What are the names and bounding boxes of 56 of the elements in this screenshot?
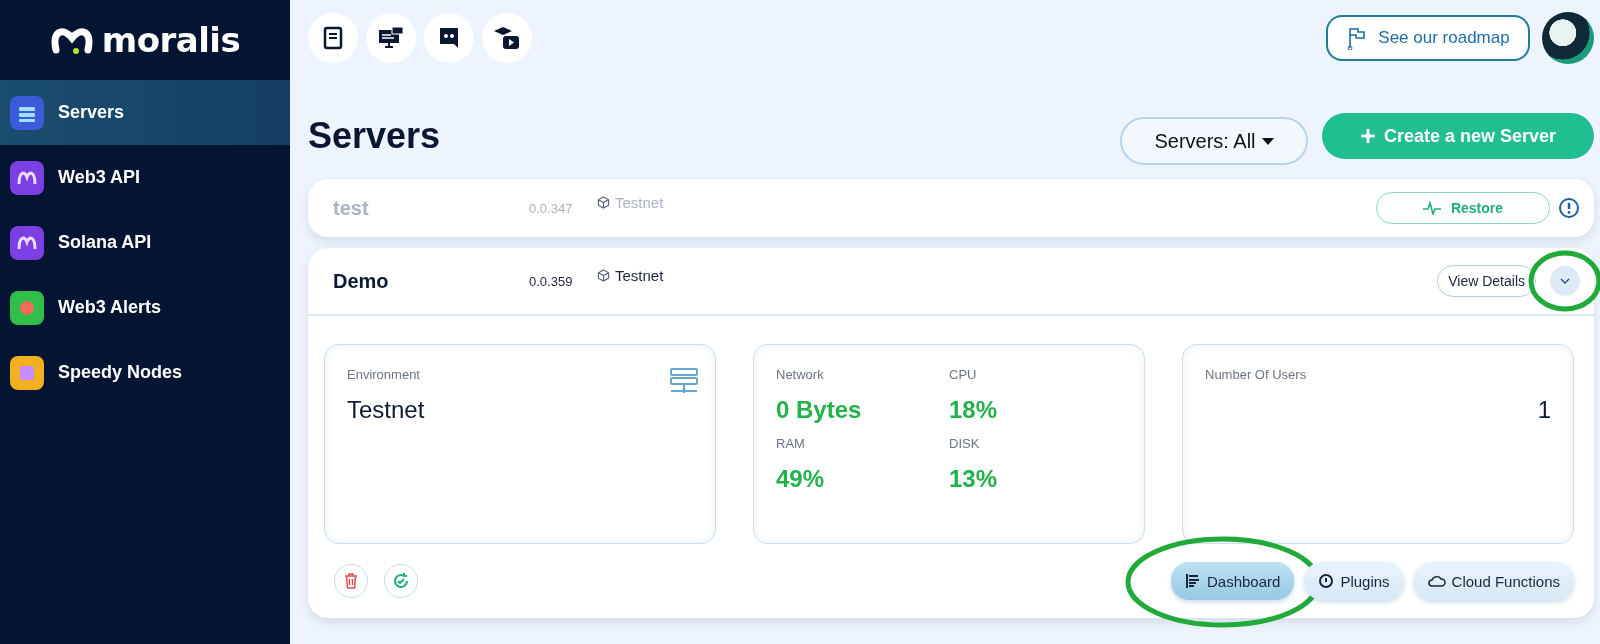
metric-label: DISK: [949, 436, 981, 451]
toolbar-button[interactable]: [308, 13, 358, 63]
view-details-button[interactable]: View Details: [1437, 265, 1536, 297]
tool-button[interactable]: Cloud Functions: [1413, 562, 1574, 600]
metric-label: RAM: [776, 436, 806, 451]
sidebar-item[interactable]: Speedy Nodes: [0, 340, 290, 405]
server-version: 0.0.359: [529, 273, 574, 289]
sidebar-item[interactable]: Web3 Alerts: [0, 275, 290, 340]
plus-icon: [1359, 128, 1376, 144]
metric-value: 18%: [949, 396, 999, 424]
metric-value: 0 Bytes: [776, 396, 863, 424]
plug-icon: [1318, 573, 1335, 589]
server-icon: [669, 367, 699, 395]
server-network: Testnet: [615, 193, 664, 211]
metric-label: Network: [776, 367, 825, 382]
tool-button[interactable]: Plugins: [1304, 562, 1404, 600]
warning-icon: [1558, 197, 1580, 219]
update-button[interactable]: [384, 564, 418, 598]
logo-text: moralis: [101, 20, 241, 60]
server-name: Demo: [333, 269, 390, 293]
caret-icon: [1261, 137, 1274, 145]
server-name: test: [333, 196, 370, 220]
sidebar-item[interactable]: Web3 API: [0, 145, 290, 210]
server-version: 0.0.347: [529, 200, 574, 216]
expand-button[interactable]: [1550, 266, 1580, 296]
filter-dropdown[interactable]: Servers: All: [1120, 117, 1308, 165]
page-title: Servers: [308, 115, 441, 157]
toolbar-button[interactable]: [424, 13, 474, 63]
monitor-icon: [378, 26, 404, 50]
tool-button[interactable]: Dashboard: [1171, 562, 1295, 600]
cloud-icon: [1427, 574, 1446, 588]
users-label: Number Of Users: [1205, 367, 1308, 382]
video-icon: [493, 25, 521, 51]
users-count: 1: [1536, 396, 1551, 424]
chat-icon: [438, 26, 460, 50]
cube-icon: [597, 268, 610, 282]
environment-label: Environment: [347, 367, 421, 382]
metric-value: 49%: [776, 465, 826, 493]
delete-button[interactable]: [334, 564, 368, 598]
sidebar-item[interactable]: Servers: [0, 80, 290, 145]
cube-icon: [597, 195, 610, 209]
avatar[interactable]: [1542, 12, 1594, 64]
sidebar-item[interactable]: Solana API: [0, 210, 290, 275]
environment-value: Testnet: [347, 396, 426, 424]
toolbar-button[interactable]: [482, 13, 532, 63]
book-icon: [322, 26, 344, 50]
server-network: Testnet: [615, 266, 664, 284]
chevron-icon: [1560, 278, 1570, 284]
pulse-icon: [1422, 201, 1441, 215]
metric-value: 13%: [949, 465, 999, 493]
bars-icon: [1185, 573, 1201, 589]
metric-label: CPU: [949, 367, 978, 382]
refresh-check-icon: [392, 572, 410, 590]
trash-icon: [344, 573, 358, 589]
toolbar-button[interactable]: [366, 13, 416, 63]
roadmap-button[interactable]: See our roadmap: [1326, 15, 1530, 61]
